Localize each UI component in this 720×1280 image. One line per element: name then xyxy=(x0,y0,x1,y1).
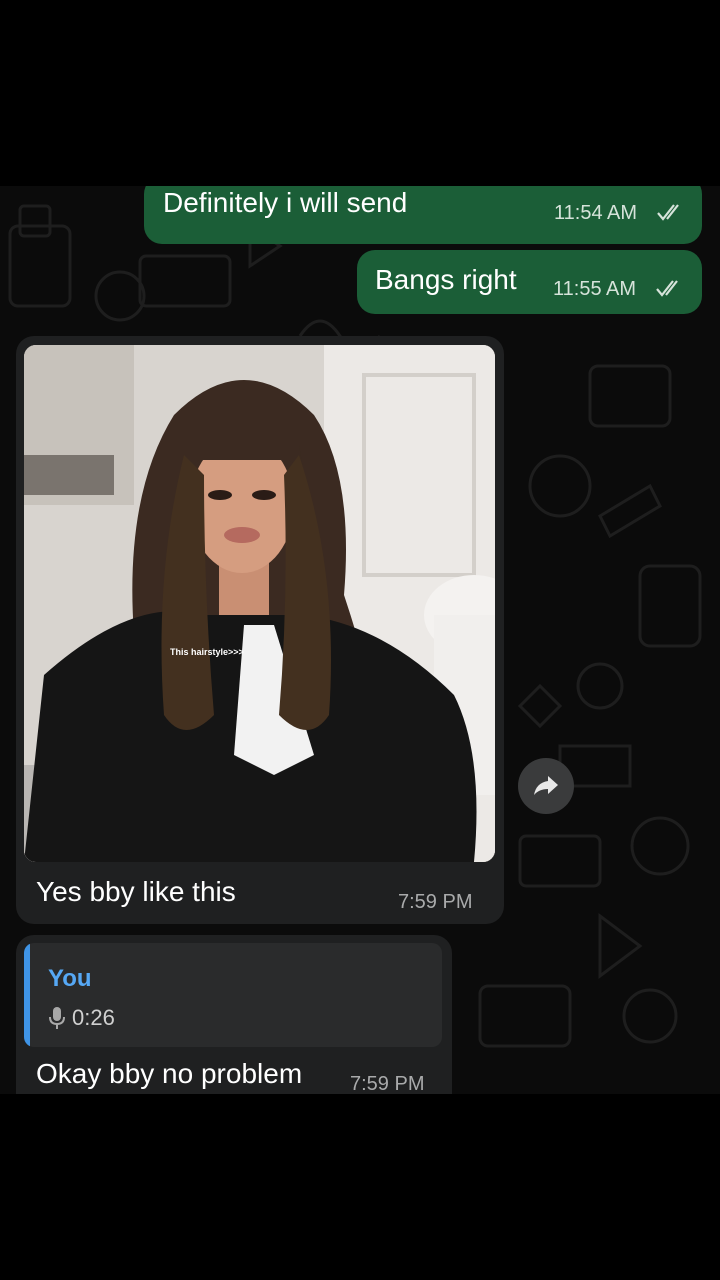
message-time: 11:54 AM xyxy=(554,202,638,224)
message-caption: Yes bby like this xyxy=(36,876,236,907)
message-time: 7:59 PM xyxy=(398,891,473,913)
microphone-icon xyxy=(49,1007,65,1029)
voice-note-duration: 0:26 xyxy=(72,1005,115,1030)
message-text: Okay bby no problem xyxy=(36,1058,303,1089)
photo-overlay-text: This hairstyle>>> xyxy=(170,647,244,657)
chat-area[interactable]: Definitely i will send 11:54 AM Bangs ri… xyxy=(0,186,720,1094)
incoming-reply-message[interactable]: You 0:26 Okay bby no problem 7:59 PM xyxy=(16,935,452,1094)
quote-author: You xyxy=(48,965,92,992)
forward-arrow-icon xyxy=(534,776,558,795)
double-check-icon xyxy=(657,204,679,221)
message-text: Bangs right xyxy=(375,264,517,295)
quote-accent-bar xyxy=(24,943,30,1047)
forward-button[interactable] xyxy=(518,758,574,814)
message-text: Definitely i will send xyxy=(163,187,408,218)
message-time: 11:55 AM xyxy=(553,278,637,300)
outgoing-message[interactable]: Definitely i will send 11:54 AM xyxy=(144,186,702,244)
quoted-voice-note[interactable]: You 0:26 xyxy=(24,943,442,1047)
shared-photo[interactable]: This hairstyle>>> xyxy=(24,345,495,862)
outgoing-message[interactable]: Bangs right 11:55 AM xyxy=(357,250,702,314)
photo-illustration xyxy=(24,345,495,862)
incoming-photo-message[interactable]: This hairstyle>>> Yes bby like this 7:59… xyxy=(16,336,504,924)
message-time: 7:59 PM xyxy=(350,1073,425,1094)
double-check-icon xyxy=(656,280,678,297)
